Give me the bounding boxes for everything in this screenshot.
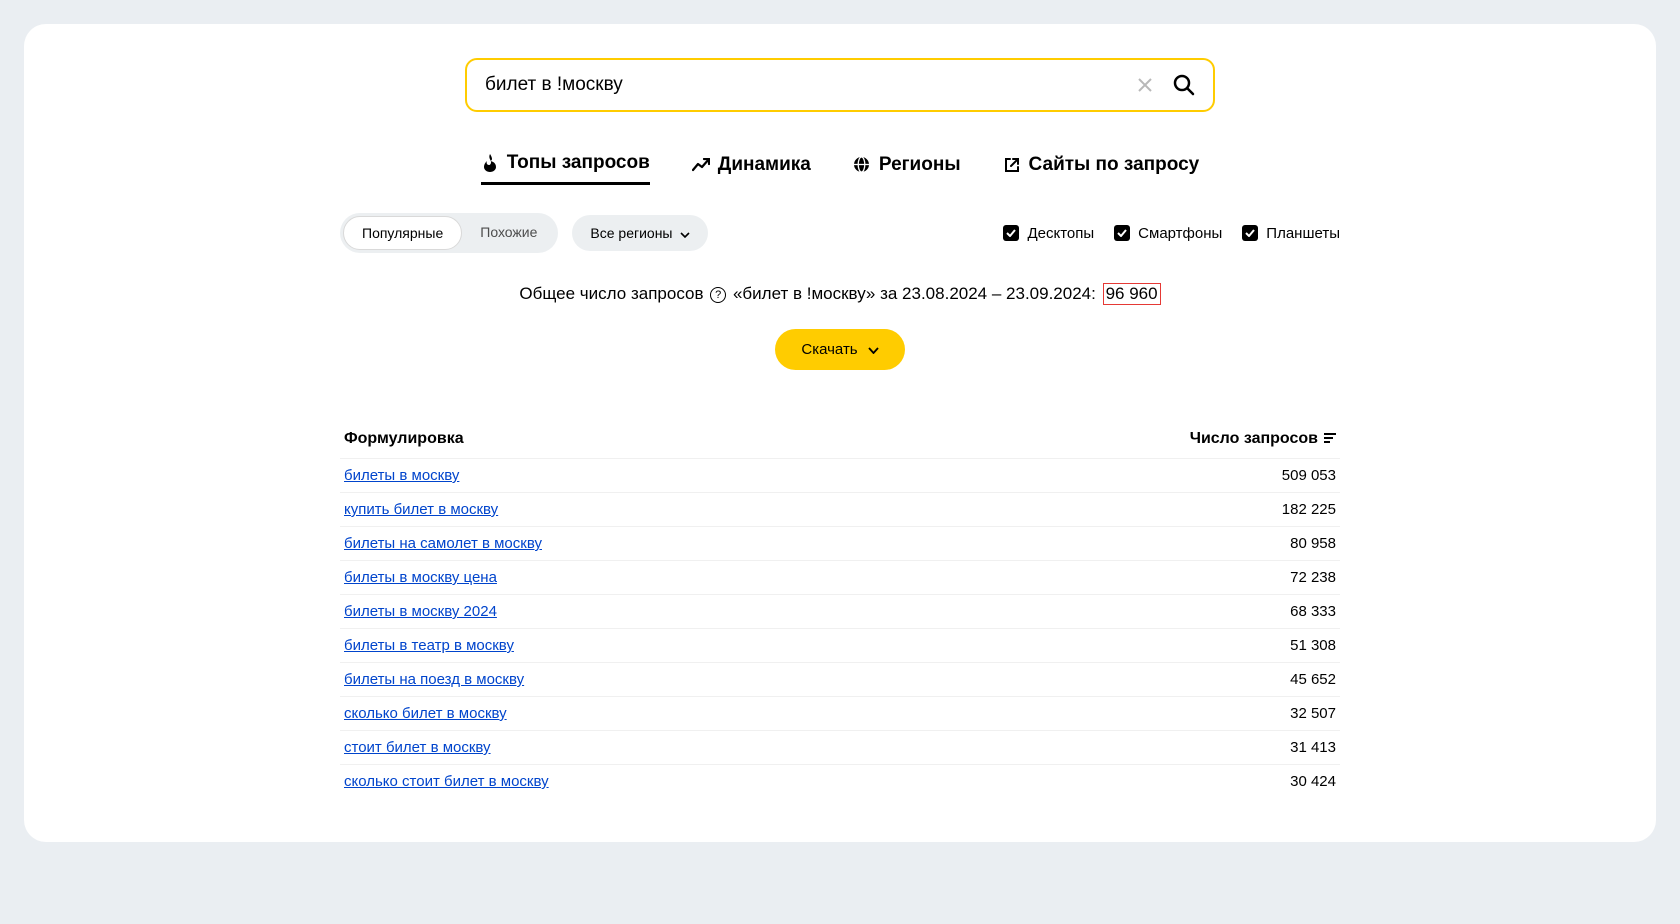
query-link[interactable]: стоит билет в москву: [344, 739, 491, 756]
download-button[interactable]: Скачать: [775, 329, 904, 370]
table-row: стоит билет в москву 31 413: [340, 730, 1340, 764]
check-smartphones[interactable]: Смартфоны: [1114, 225, 1222, 242]
chevron-down-icon: [680, 225, 690, 241]
trend-icon: [692, 156, 710, 174]
query-link[interactable]: сколько билет в москву: [344, 705, 507, 722]
checkmark-icon: [1003, 225, 1019, 241]
query-count: 31 413: [1290, 739, 1336, 756]
query-link[interactable]: купить билет в москву: [344, 501, 498, 518]
download-button-label: Скачать: [801, 341, 857, 358]
region-dropdown[interactable]: Все регионы: [572, 215, 708, 251]
query-count: 32 507: [1290, 705, 1336, 722]
table-row: билеты в москву 2024 68 333: [340, 594, 1340, 628]
total-prefix: Общее число запросов: [519, 284, 703, 303]
table-row: купить билет в москву 182 225: [340, 492, 1340, 526]
segment-popular[interactable]: Популярные: [343, 216, 462, 250]
th-formulation: Формулировка: [344, 430, 464, 448]
checkmark-icon: [1114, 225, 1130, 241]
results-table: Формулировка Число запросов билеты в мос…: [340, 430, 1340, 798]
query-count: 51 308: [1290, 637, 1336, 654]
segment-similar[interactable]: Похожие: [462, 216, 555, 250]
clear-icon[interactable]: [1133, 73, 1157, 97]
help-icon[interactable]: ?: [710, 287, 726, 303]
fire-icon: [481, 154, 499, 172]
total-period: за 23.08.2024 – 23.09.2024:: [880, 284, 1096, 303]
query-link[interactable]: билеты на самолет в москву: [344, 535, 542, 552]
query-count: 72 238: [1290, 569, 1336, 586]
query-count: 68 333: [1290, 603, 1336, 620]
segmented-type: Популярные Похожие: [340, 213, 558, 253]
table-row: билеты в москву цена 72 238: [340, 560, 1340, 594]
nav-label: Топы запросов: [507, 152, 650, 174]
nav-tab-dynamics[interactable]: Динамика: [692, 152, 811, 185]
query-count: 45 652: [1290, 671, 1336, 688]
table-row: билеты в театр в москву 51 308: [340, 628, 1340, 662]
query-count: 509 053: [1282, 467, 1336, 484]
table-row: сколько стоит билет в москву 30 424: [340, 764, 1340, 798]
nav-label: Регионы: [879, 154, 961, 176]
search-box: [465, 58, 1215, 112]
total-count-highlight: 96 960: [1103, 283, 1161, 305]
query-link[interactable]: билеты в москву 2024: [344, 603, 497, 620]
table-row: билеты на поезд в москву 45 652: [340, 662, 1340, 696]
query-link[interactable]: билеты на поезд в москву: [344, 671, 524, 688]
globe-icon: [853, 156, 871, 174]
nav-label: Динамика: [718, 154, 811, 176]
filters-row: Популярные Похожие Все регионы Десктопы: [340, 213, 1340, 253]
search-icon[interactable]: [1171, 72, 1197, 98]
table-row: билеты в москву 509 053: [340, 458, 1340, 492]
search-input[interactable]: [485, 74, 1133, 96]
check-tablets[interactable]: Планшеты: [1242, 225, 1340, 242]
chevron-down-icon: [868, 341, 879, 358]
checkmark-icon: [1242, 225, 1258, 241]
nav-tab-sites[interactable]: Сайты по запросу: [1003, 152, 1200, 185]
external-link-icon: [1003, 156, 1021, 174]
check-label: Смартфоны: [1138, 225, 1222, 242]
query-link[interactable]: билеты в москву цена: [344, 569, 497, 586]
main-nav: Топы запросов Динамика Регионы Сайты по …: [340, 152, 1340, 185]
nav-label: Сайты по запросу: [1029, 154, 1200, 176]
query-link[interactable]: билеты в москву: [344, 467, 459, 484]
nav-tab-regions[interactable]: Регионы: [853, 152, 961, 185]
nav-tab-tops[interactable]: Топы запросов: [481, 152, 650, 185]
total-query: «билет в !москву»: [733, 284, 875, 303]
th-count-label: Число запросов: [1190, 430, 1318, 448]
query-count: 80 958: [1290, 535, 1336, 552]
check-label: Планшеты: [1266, 225, 1340, 242]
check-label: Десктопы: [1027, 225, 1094, 242]
th-count[interactable]: Число запросов: [1190, 430, 1336, 448]
sort-icon: [1324, 430, 1336, 448]
check-desktop[interactable]: Десктопы: [1003, 225, 1094, 242]
query-count: 182 225: [1282, 501, 1336, 518]
table-row: билеты на самолет в москву 80 958: [340, 526, 1340, 560]
table-row: сколько билет в москву 32 507: [340, 696, 1340, 730]
region-dropdown-label: Все регионы: [590, 225, 672, 241]
query-link[interactable]: билеты в театр в москву: [344, 637, 514, 654]
query-count: 30 424: [1290, 773, 1336, 790]
query-link[interactable]: сколько стоит билет в москву: [344, 773, 549, 790]
total-queries-line: Общее число запросов ? «билет в !москву»…: [340, 283, 1340, 305]
